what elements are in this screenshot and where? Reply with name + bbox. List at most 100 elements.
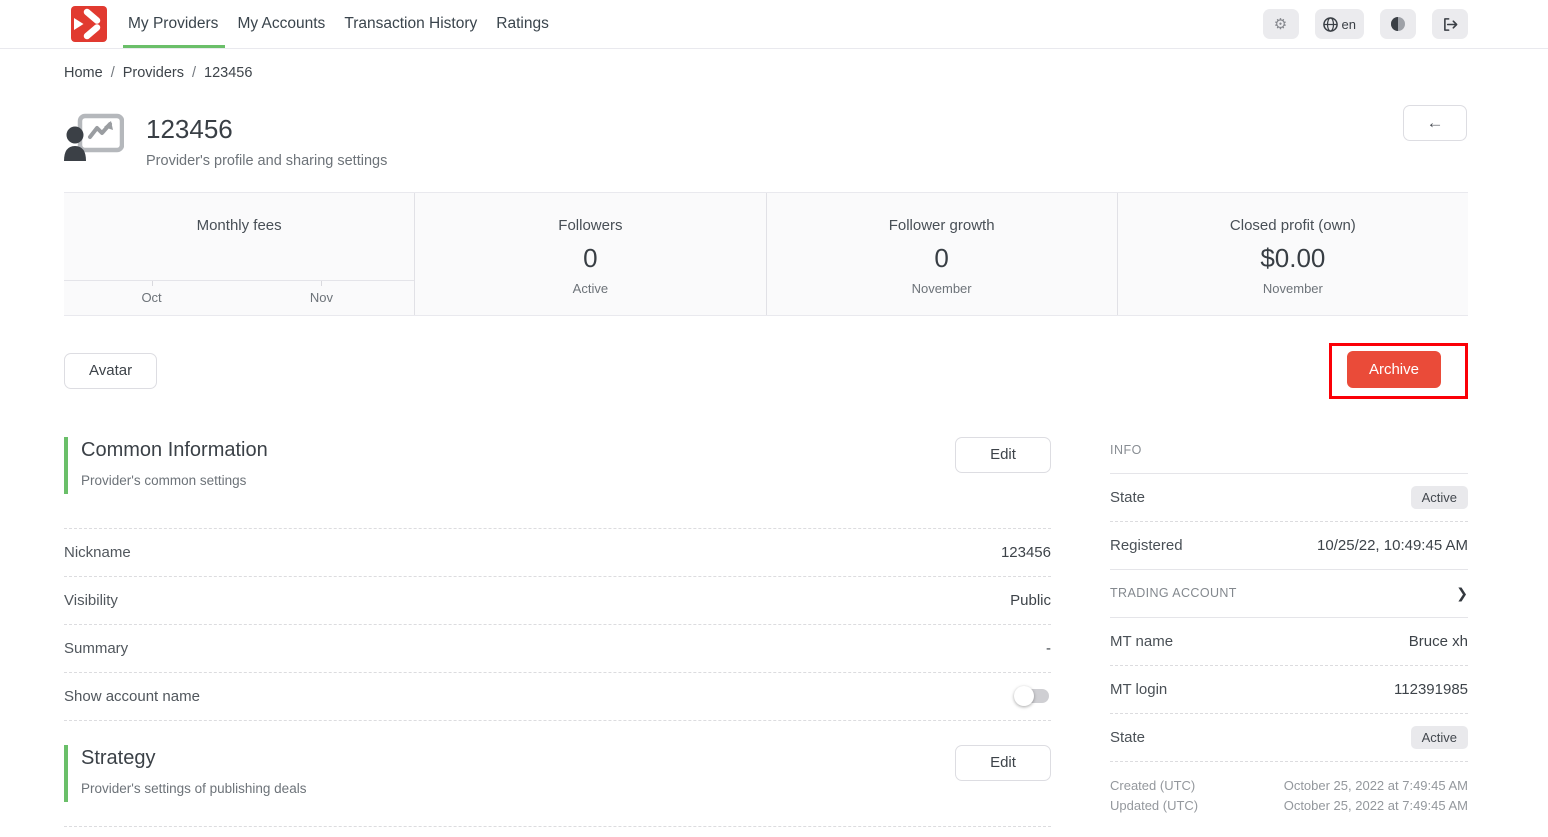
section-title: Strategy: [81, 747, 306, 770]
page-title: 123456: [146, 115, 387, 144]
breadcrumb-home[interactable]: Home: [64, 65, 103, 81]
created-line: Created (UTC) October 25, 2022 at 7:49:4…: [1110, 776, 1468, 796]
updated-line: Updated (UTC) October 25, 2022 at 7:49:4…: [1110, 796, 1468, 816]
top-navigation-bar: My Providers My Accounts Transaction His…: [0, 0, 1548, 49]
stat-value: 0: [583, 243, 597, 274]
stat-title: Followers: [558, 217, 622, 234]
field-row-show-account-name: Show account name: [64, 673, 1051, 721]
stat-card-closed-profit: Closed profit (own) $0.00 November: [1117, 193, 1468, 315]
provider-presentation-icon: [64, 113, 124, 161]
breadcrumb-separator: /: [192, 65, 196, 81]
common-information-fields: Nickname 123456 Visibility Public Summar…: [64, 528, 1051, 721]
trading-account-subheader[interactable]: TRADING ACCOUNT ❯: [1110, 570, 1468, 618]
common-information-edit-button[interactable]: Edit: [955, 437, 1051, 473]
field-row-summary: Summary -: [64, 625, 1051, 673]
avatar-button[interactable]: Avatar: [64, 353, 157, 389]
breadcrumb-current: 123456: [204, 65, 252, 81]
section-subtitle: Provider's common settings: [81, 473, 268, 488]
meta-label: Created (UTC): [1110, 776, 1195, 796]
info-label: MT login: [1110, 681, 1167, 698]
settings-column: Common Information Provider's common set…: [64, 437, 1051, 837]
toggle-knob: [1014, 686, 1034, 706]
strategy-edit-button[interactable]: Edit: [955, 745, 1051, 781]
nav-my-providers[interactable]: My Providers: [126, 0, 220, 48]
info-panel-heading: INFO: [1110, 437, 1468, 474]
section-subtitle: Provider's settings of publishing deals: [81, 781, 306, 796]
back-arrow-icon: ←: [1427, 113, 1444, 133]
page-title-group: 123456 Provider's profile and sharing se…: [146, 113, 387, 169]
nav-ratings[interactable]: Ratings: [494, 0, 551, 48]
info-panel: INFO State Active Registered 10/25/22, 1…: [1110, 437, 1468, 816]
strategy-fields: Hide stops: [64, 826, 1051, 837]
section-title-group: Common Information Provider's common set…: [64, 437, 268, 494]
settings-button[interactable]: ⚙: [1263, 9, 1299, 39]
axis-tick: [321, 281, 322, 286]
info-row-mt-login: MT login 112391985: [1110, 666, 1468, 714]
field-row-hide-stops: Hide stops: [64, 827, 1051, 837]
back-button[interactable]: ←: [1403, 105, 1467, 141]
logout-button[interactable]: [1432, 9, 1468, 39]
axis-tick: [152, 281, 153, 286]
field-row-visibility: Visibility Public: [64, 577, 1051, 625]
stat-value: $0.00: [1260, 243, 1325, 274]
breadcrumb-providers[interactable]: Providers: [123, 65, 184, 81]
strategy-section-header: Strategy Provider's settings of publishi…: [64, 745, 1051, 802]
stat-card-monthly-fees: Monthly fees Oct Nov: [64, 193, 414, 315]
theme-contrast-button[interactable]: [1380, 9, 1416, 39]
language-button[interactable]: en: [1315, 9, 1364, 39]
stats-strip: Monthly fees Oct Nov Followers 0 Active …: [64, 192, 1468, 316]
stat-card-followers: Followers 0 Active: [414, 193, 765, 315]
info-row-state: State Active: [1110, 474, 1468, 522]
meta-value: October 25, 2022 at 7:49:45 AM: [1284, 776, 1468, 796]
info-label: Registered: [1110, 537, 1183, 554]
stat-card-follower-growth: Follower growth 0 November: [766, 193, 1117, 315]
info-value: 112391985: [1394, 681, 1468, 698]
chevron-right-icon[interactable]: ❯: [1456, 585, 1468, 602]
stat-title: Closed profit (own): [1230, 217, 1356, 234]
archive-button[interactable]: Archive: [1347, 351, 1441, 388]
meta-value: October 25, 2022 at 7:49:45 AM: [1284, 796, 1468, 816]
field-label: Visibility: [64, 592, 118, 609]
globe-icon: [1323, 17, 1338, 32]
top-action-buttons: ⚙ en: [1263, 0, 1468, 48]
main-content: Common Information Provider's common set…: [64, 437, 1468, 837]
logout-icon: [1442, 17, 1459, 32]
info-row-registered: Registered 10/25/22, 10:49:45 AM: [1110, 522, 1468, 570]
axis-label-nov: Nov: [310, 290, 333, 305]
brand-logo-icon: [70, 5, 108, 43]
stat-value: 0: [934, 243, 948, 274]
nav-transaction-history[interactable]: Transaction History: [342, 0, 479, 48]
stat-caption: November: [1263, 281, 1323, 296]
status-badge: Active: [1411, 726, 1468, 749]
language-label: en: [1342, 17, 1356, 32]
nav-my-accounts[interactable]: My Accounts: [235, 0, 327, 48]
stat-title: Monthly fees: [197, 217, 282, 234]
trading-account-heading: TRADING ACCOUNT: [1110, 586, 1237, 600]
info-row-account-state: State Active: [1110, 714, 1468, 762]
field-value: 123456: [1001, 544, 1051, 561]
app-logo[interactable]: [70, 0, 108, 48]
stat-caption: November: [912, 281, 972, 296]
page-header: 123456 Provider's profile and sharing se…: [64, 113, 1468, 169]
stat-title: Follower growth: [889, 217, 995, 234]
status-badge: Active: [1411, 486, 1468, 509]
show-account-name-toggle[interactable]: [1014, 686, 1051, 706]
breadcrumb-separator: /: [111, 65, 115, 81]
provider-profile-page: Home / Providers / 123456 ← 123456 Provi…: [0, 49, 1548, 837]
annotation-highlight-box: Archive: [1329, 343, 1468, 399]
gear-icon: ⚙: [1274, 17, 1287, 32]
field-row-nickname: Nickname 123456: [64, 529, 1051, 577]
page-subtitle: Provider's profile and sharing settings: [146, 153, 387, 169]
info-value: 10/25/22, 10:49:45 AM: [1317, 537, 1468, 554]
field-value: -: [1046, 640, 1051, 657]
axis-label-oct: Oct: [141, 290, 161, 305]
monthly-fees-chart-axis: Oct Nov: [64, 280, 414, 281]
field-label: Summary: [64, 640, 128, 657]
section-title: Common Information: [81, 439, 268, 462]
info-label: State: [1110, 489, 1145, 506]
stat-caption: Active: [573, 281, 608, 296]
field-label: Show account name: [64, 688, 200, 705]
field-value: Public: [1010, 592, 1051, 609]
breadcrumb: Home / Providers / 123456: [64, 49, 1468, 81]
main-nav: My Providers My Accounts Transaction His…: [126, 0, 551, 48]
